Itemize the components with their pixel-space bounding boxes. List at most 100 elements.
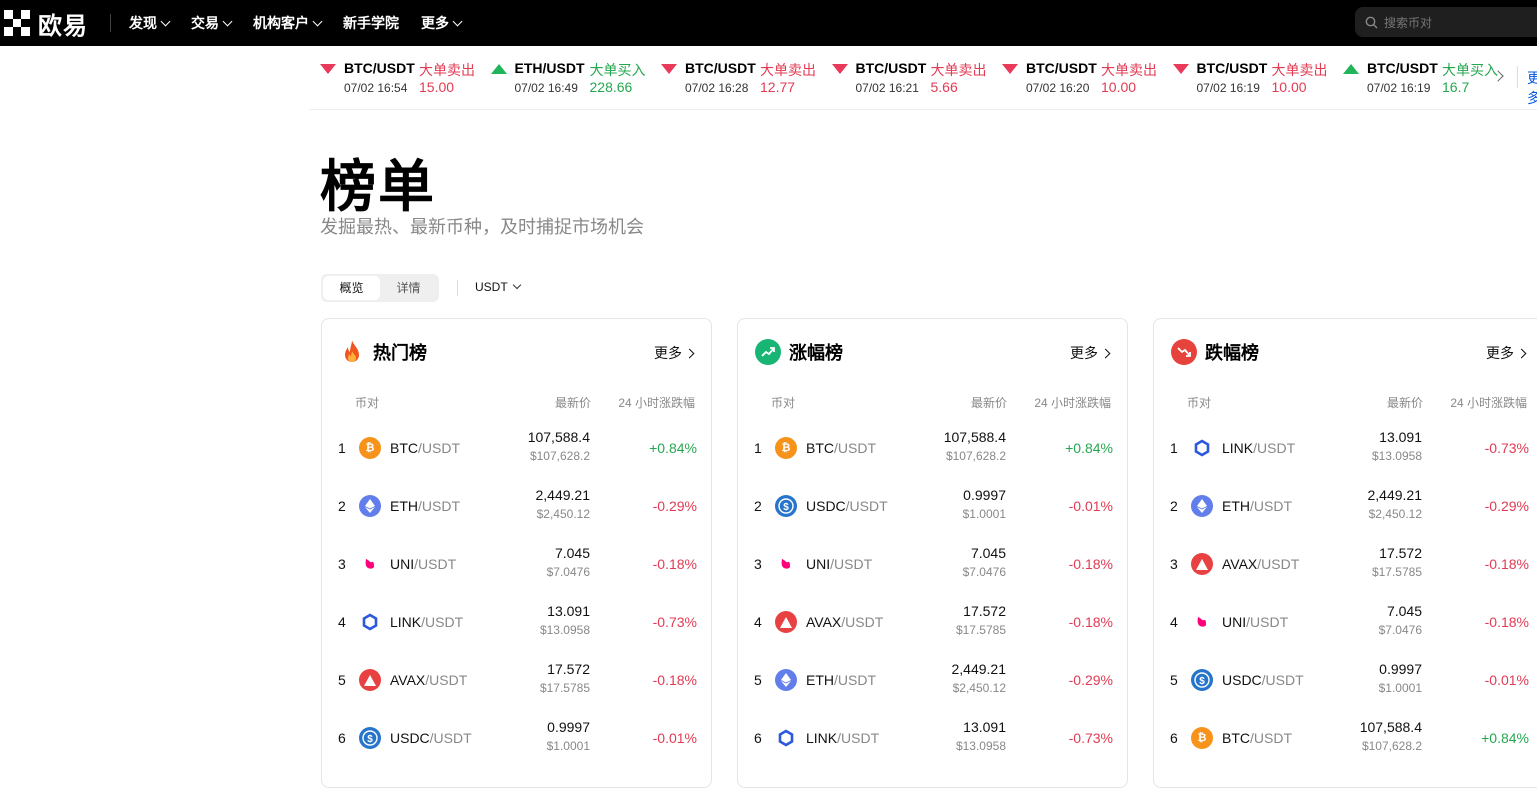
change-percent: -0.29%	[652, 498, 697, 514]
table-row[interactable]: 5 $ USDC/USDT 0.9997 $1.0001 -0.01%	[1154, 651, 1537, 709]
ticker-item[interactable]: BTC/USDT 大单卖出 07/02 16:28 12.77	[650, 60, 820, 96]
change-percent: -0.01%	[652, 730, 697, 746]
ticker-item[interactable]: BTC/USDT 大单卖出 07/02 16:19 10.00	[1162, 60, 1332, 96]
ticker-item[interactable]: BTC/USDT 大单卖出 07/02 16:54 15.00	[309, 60, 479, 96]
triangle-down-icon	[1172, 64, 1189, 74]
nav-item-academy[interactable]: 新手学院	[343, 13, 399, 33]
card-more-link[interactable]: 更多	[654, 343, 695, 363]
ticker-more-link[interactable]: 更多	[1527, 68, 1537, 108]
base-symbol: BTC	[806, 440, 834, 456]
ticker-item[interactable]: BTC/USDT 大单卖出 07/02 16:21 5.66	[821, 60, 991, 96]
large-order-ticker: BTC/USDT 大单卖出 07/02 16:54 15.00 ETH/USDT 大单买入…	[309, 46, 1537, 110]
change-percent: -0.18%	[1484, 556, 1529, 572]
ticker-amount: 228.66	[589, 79, 633, 95]
usd-price: $17.5785	[955, 623, 1006, 637]
quote-symbol: /USDT	[429, 730, 472, 746]
pair-name: USDC/USDT	[390, 730, 472, 746]
pair-name: ETH/USDT	[806, 672, 876, 688]
ticker-time: 07/02 16:28	[685, 81, 749, 95]
quote-symbol: /USDT	[1250, 730, 1292, 746]
svg-text:$: $	[367, 734, 373, 745]
table-row[interactable]: 6 LINK/USDT 13.091 $13.0958 -0.73%	[738, 709, 1127, 767]
ticker-type: 大单买入	[589, 62, 646, 78]
search-input[interactable]: 搜索币对	[1355, 7, 1537, 37]
change-percent: -0.18%	[652, 556, 697, 572]
table-row[interactable]: 3 UNI/USDT 7.045 $7.0476 -0.18%	[322, 535, 711, 593]
table-row[interactable]: 2 $ USDC/USDT 0.9997 $1.0001 -0.01%	[738, 477, 1127, 535]
nav-label: 发现	[129, 15, 157, 31]
rank-number: 1	[338, 440, 346, 456]
rank-number: 5	[1170, 672, 1178, 688]
base-symbol: USDC	[1222, 672, 1262, 688]
nav-item-institutional[interactable]: 机构客户	[253, 13, 323, 33]
table-row[interactable]: 4 LINK/USDT 13.091 $13.0958 -0.73%	[322, 593, 711, 651]
pair-name: USDC/USDT	[1222, 672, 1304, 688]
table-row[interactable]: 3 AVAX/USDT 17.572 $17.5785 -0.18%	[1154, 535, 1537, 593]
ticker-time: 07/02 16:54	[344, 81, 408, 95]
table-row[interactable]: 1 ₿ BTC/USDT 107,588.4 $107,628.2 +0.84%	[322, 419, 711, 477]
change-percent: -0.18%	[1484, 614, 1529, 630]
base-symbol: USDC	[390, 730, 430, 746]
table-row[interactable]: 6 ₿ BTC/USDT 107,588.4 $107,628.2 +0.84%	[1154, 709, 1537, 767]
ticker-time: 07/02 16:19	[1196, 81, 1260, 95]
ticker-item[interactable]: BTC/USDT 大单卖出 07/02 16:20 10.00	[991, 60, 1161, 96]
ticker-time: 07/02 16:21	[855, 81, 919, 95]
chevron-down-icon	[512, 280, 521, 290]
column-header-change: 24 小时涨跌幅	[1450, 396, 1527, 410]
table-row[interactable]: 1 ₿ BTC/USDT 107,588.4 $107,628.2 +0.84%	[738, 419, 1127, 477]
usd-price: $2,450.12	[536, 507, 590, 521]
nav-item-more[interactable]: 更多	[421, 13, 463, 33]
triangle-down-icon	[831, 64, 848, 74]
rank-number: 6	[754, 730, 762, 746]
quote-symbol: /USDT	[837, 730, 880, 746]
column-header-price: 最新价	[970, 396, 1007, 410]
ticker-type: 大单卖出	[419, 62, 475, 78]
quote-symbol: /USDT	[414, 556, 457, 572]
tab-overview[interactable]: 概览	[323, 276, 380, 300]
trend-down-icon	[1171, 339, 1197, 365]
nav-item-trade[interactable]: 交易	[191, 13, 233, 33]
usd-price: $13.0958	[955, 739, 1006, 753]
btc-coin-icon: ₿	[775, 437, 797, 459]
ticker-pair: BTC/USDT	[855, 60, 927, 76]
ticker-type: 大单卖出	[1271, 62, 1328, 78]
ticker-pair: BTC/USDT	[1026, 60, 1097, 76]
table-row[interactable]: 3 UNI/USDT 7.045 $7.0476 -0.18%	[738, 535, 1127, 593]
last-price: 7.045	[970, 545, 1006, 561]
table-row[interactable]: 1 LINK/USDT 13.091 $13.0958 -0.73%	[1154, 419, 1537, 477]
nav-divider	[110, 14, 111, 32]
base-symbol: BTC	[1222, 730, 1250, 746]
pair-name: ETH/USDT	[1222, 498, 1292, 514]
search-icon	[1365, 16, 1378, 28]
last-price: 17.572	[1379, 545, 1422, 561]
change-percent: -0.18%	[1068, 614, 1113, 630]
page-subtitle: 发掘最热、最新币种，及时捕捉市场机会	[320, 217, 644, 237]
table-row[interactable]: 5 ETH/USDT 2,449.21 $2,450.12 -0.29%	[738, 651, 1127, 709]
nav-item-discover[interactable]: 发现	[129, 13, 171, 33]
table-row[interactable]: 2 ETH/USDT 2,449.21 $2,450.12 -0.29%	[1154, 477, 1537, 535]
ticker-item[interactable]: BTC/USDT 大单买入 07/02 16:19 16.7	[1332, 60, 1502, 96]
triangle-up-icon	[490, 64, 507, 74]
table-row[interactable]: 5 AVAX/USDT 17.572 $17.5785 -0.18%	[322, 651, 711, 709]
table-row[interactable]: 4 UNI/USDT 7.045 $7.0476 -0.18%	[1154, 593, 1537, 651]
base-symbol: LINK	[1222, 440, 1254, 456]
usd-price: $7.0476	[546, 565, 590, 579]
ticker-item[interactable]: ETH/USDT 大单买入 07/02 16:49 228.66	[480, 60, 650, 96]
table-row[interactable]: 4 AVAX/USDT 17.572 $17.5785 -0.18%	[738, 593, 1127, 651]
quote-currency-select[interactable]: USDT	[475, 280, 521, 294]
quote-currency-label: USDT	[475, 280, 508, 294]
card-more-link[interactable]: 更多	[1070, 343, 1111, 363]
logo[interactable]: 欧易	[4, 0, 88, 46]
card-more-link[interactable]: 更多	[1486, 343, 1527, 363]
table-row[interactable]: 2 ETH/USDT 2,449.21 $2,450.12 -0.29%	[322, 477, 711, 535]
tab-details[interactable]: 详情	[380, 276, 437, 300]
eth-coin-icon	[775, 669, 797, 691]
table-row[interactable]: 6 $ USDC/USDT 0.9997 $1.0001 -0.01%	[322, 709, 711, 767]
usd-price: $1.0001	[546, 739, 590, 753]
card-title: 热门榜	[373, 343, 427, 363]
ticker-amount: 5.66	[930, 79, 958, 95]
uni-coin-icon	[1191, 611, 1213, 633]
chevron-right-icon	[1516, 348, 1527, 358]
chevron-right-icon[interactable]	[1492, 66, 1512, 86]
chevron-down-icon	[222, 16, 233, 26]
